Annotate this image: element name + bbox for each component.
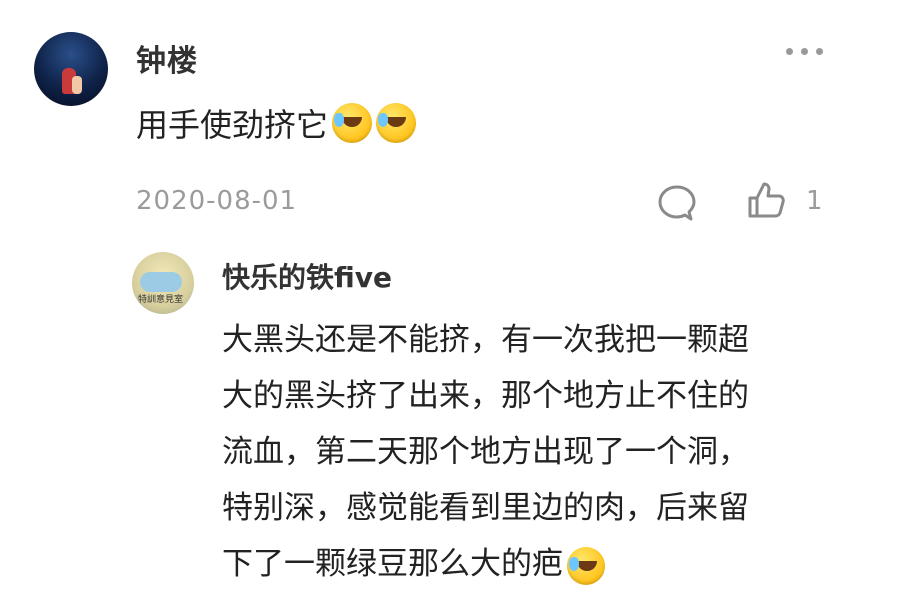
reply-text-line: 特别深，感觉能看到里边的肉，后来留	[222, 490, 749, 526]
reply-username[interactable]: 快乐的铁five	[222, 256, 392, 296]
comment-text: 用手使劲挤它	[136, 106, 329, 144]
user-avatar[interactable]	[34, 32, 108, 106]
reply-text-line: 大黑头还是不能挤，有一次我把一颗超	[222, 322, 749, 358]
dot	[801, 48, 808, 55]
laughing-crying-emoji-icon	[567, 546, 605, 585]
comment-date: 2020-08-01	[136, 186, 298, 216]
dot	[816, 48, 823, 55]
avatar-figure-face	[72, 76, 82, 94]
avatar-illustration	[140, 272, 182, 292]
comment-bubble-icon[interactable]	[656, 182, 698, 224]
reply-text-line: 流血，第二天那个地方出现了一个洞，	[222, 434, 749, 470]
comment-username[interactable]: 钟楼	[136, 36, 198, 80]
dot	[786, 48, 793, 55]
reply-text-line: 下了一颗绿豆那么大的疤	[222, 546, 563, 582]
reply-text-line: 大的黑头挤了出来，那个地方止不住的	[222, 378, 749, 414]
more-dots-icon[interactable]	[786, 48, 823, 55]
laughing-crying-emoji-icon	[376, 103, 417, 143]
like-count: 1	[806, 186, 823, 216]
thumbs-up-icon[interactable]	[744, 178, 788, 222]
reply-text-last-line: 下了一颗绿豆那么大的疤	[222, 536, 822, 592]
reply-text: 大黑头还是不能挤，有一次我把一颗超 大的黑头挤了出来，那个地方止不住的 流血，第…	[222, 312, 822, 592]
avatar-caption: 特訓意見室	[138, 295, 184, 305]
reply-user-avatar[interactable]: 特訓意見室	[132, 252, 194, 314]
laughing-crying-emoji-icon	[332, 103, 373, 143]
comment-text-row: 用手使劲挤它	[136, 100, 417, 146]
